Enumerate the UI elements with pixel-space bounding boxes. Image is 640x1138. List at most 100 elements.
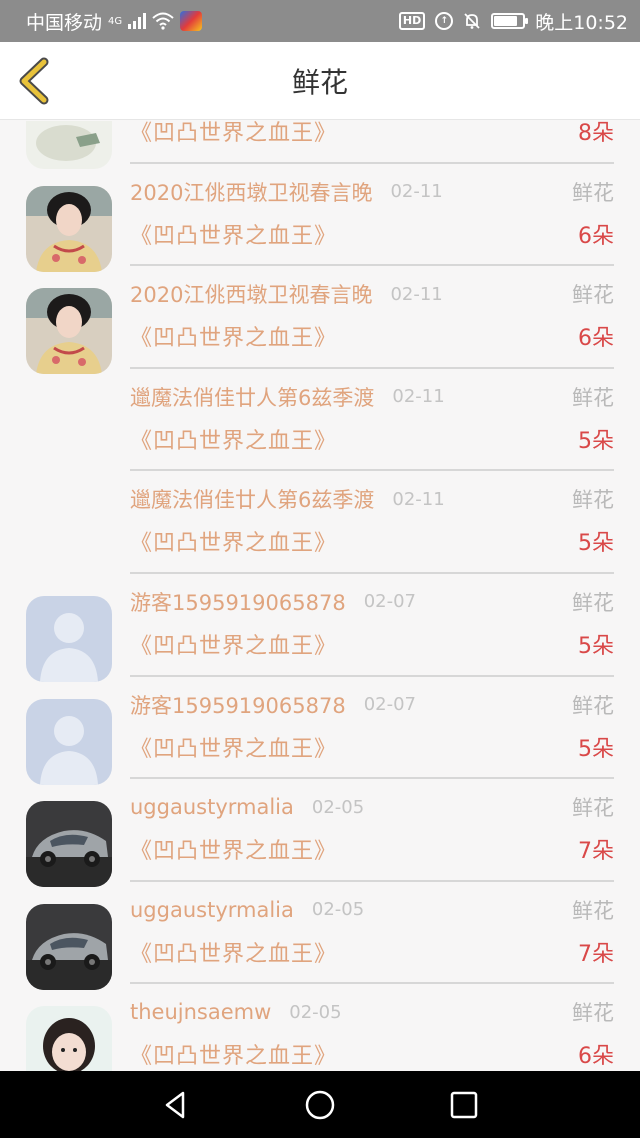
user-name[interactable]: 游客1595919065878 — [130, 690, 346, 720]
square-recent-icon[interactable] — [447, 1088, 481, 1122]
woman-photo-avatar[interactable] — [26, 288, 112, 375]
list-item-header: 邋魔法俏佳廿人第6兹季渡 02-11 鲜花 — [130, 379, 614, 415]
gift-date: 02-11 — [390, 283, 443, 305]
flower-count: 8朵 — [578, 121, 614, 146]
network-type: 4G — [108, 15, 123, 27]
car-photo-avatar[interactable] — [26, 801, 112, 888]
work-title[interactable]: 《凹凸世界之血王》 — [130, 628, 337, 660]
list-item[interactable]: 2020江佻西墩卫视春言晚 02-11 鲜花《凹凸世界之血王》 6朵 — [0, 266, 640, 375]
list-item[interactable]: 《凹凸世界之血王》 8朵 — [0, 121, 640, 169]
work-title[interactable]: 《凹凸世界之血王》 — [130, 218, 337, 250]
car-photo-avatar[interactable] — [26, 903, 112, 990]
gift-date: 02-07 — [363, 694, 417, 716]
gift-type: 鲜花 — [572, 180, 614, 205]
signal-icon — [128, 13, 147, 29]
flower-count: 5朵 — [578, 633, 614, 659]
circle-home-icon[interactable] — [303, 1088, 337, 1122]
list-item-header: uggaustyrmalia 02-05 鲜花 — [130, 789, 614, 825]
user-name[interactable]: 游客1595919065878 — [130, 587, 346, 617]
flower-count: 5朵 — [578, 736, 614, 762]
gift-type: 鲜花 — [572, 898, 614, 923]
gift-type: 鲜花 — [572, 385, 614, 410]
list-item-detail: 《凹凸世界之血王》 7朵 — [130, 831, 614, 867]
user-name[interactable]: theujnsaemw — [130, 1000, 271, 1024]
gift-type: 鲜花 — [572, 693, 614, 718]
list-item-header: 2020江佻西墩卫视春言晚 02-11 鲜花 — [130, 276, 614, 312]
list-item-body: 2020江佻西墩卫视春言晚 02-11 鲜花《凹凸世界之血王》 6朵 — [130, 164, 614, 267]
list-item-detail: 《凹凸世界之血王》 8朵 — [130, 121, 614, 149]
list-item-detail: 《凹凸世界之血王》 6朵 — [130, 1036, 614, 1071]
list-item-detail: 《凹凸世界之血王》 6朵 — [130, 216, 614, 252]
list-item-body: theujnsaemw 02-05 鲜花《凹凸世界之血王》 6朵 — [130, 984, 614, 1071]
list-item-detail: 《凹凸世界之血王》 5朵 — [130, 626, 614, 662]
chevron-left-icon — [19, 57, 49, 105]
list-item-body: 2020江佻西墩卫视春言晚 02-11 鲜花《凹凸世界之血王》 6朵 — [130, 266, 614, 369]
list-item-header: 2020江佻西墩卫视春言晚 02-11 鲜花 — [130, 174, 614, 210]
list-item-body: 邋魔法俏佳廿人第6兹季渡 02-11 鲜花《凹凸世界之血王》 5朵 — [130, 369, 614, 472]
gift-date: 02-05 — [311, 796, 365, 818]
list-item[interactable]: 2020江佻西墩卫视春言晚 02-11 鲜花《凹凸世界之血王》 6朵 — [0, 164, 640, 272]
child-photo-avatar[interactable] — [26, 1006, 112, 1071]
app-header: 鲜花 — [0, 42, 640, 120]
status-bar: 中国移动 4G HD ↑ 晚上10:52 — [0, 0, 640, 42]
list-item[interactable]: 邋魔法俏佳廿人第6兹季渡 02-11 鲜花 《凹凸世界之血王》 5朵 — [0, 471, 640, 574]
default-user-avatar[interactable] — [26, 595, 112, 682]
list-item-header: uggaustyrmalia 02-05 鲜花 — [130, 892, 614, 928]
work-title[interactable]: 《凹凸世界之血王》 — [130, 423, 337, 455]
list-item-header: theujnsaemw 02-05 鲜花 — [130, 994, 614, 1030]
default-user-avatar[interactable] — [26, 698, 112, 785]
user-name[interactable]: 2020江佻西墩卫视春言晚 — [130, 177, 372, 207]
data-saver-icon: ↑ — [435, 12, 454, 30]
work-title[interactable]: 《凹凸世界之血王》 — [130, 833, 337, 865]
work-title[interactable]: 《凹凸世界之血王》 — [130, 731, 337, 763]
user-name[interactable]: 邋魔法俏佳廿人第6兹季渡 — [130, 484, 374, 514]
partial-photo-avatar[interactable] — [26, 121, 112, 169]
list-item-body: uggaustyrmalia 02-05 鲜花《凹凸世界之血王》 7朵 — [130, 882, 614, 985]
work-title[interactable]: 《凹凸世界之血王》 — [130, 936, 337, 968]
list-inner: 《凹凸世界之血王》 8朵 2020江佻西墩卫视春言晚 02-11 鲜花 《凹凸世界之血王》… — [0, 121, 640, 1071]
flower-count: 5朵 — [578, 428, 614, 454]
list-item-detail: 《凹凸世界之血王》 7朵 — [130, 934, 614, 970]
gift-date: 02-05 — [311, 899, 365, 921]
woman-photo-avatar[interactable] — [26, 185, 112, 272]
gift-date: 02-11 — [390, 181, 443, 203]
list-item-detail: 《凹凸世界之血王》 6朵 — [130, 318, 614, 354]
user-name[interactable]: uggaustyrmalia — [130, 898, 294, 922]
list-item-detail: 《凹凸世界之血王》 5朵 — [130, 421, 614, 457]
gift-date: 02-07 — [363, 591, 417, 613]
user-name[interactable]: uggaustyrmalia — [130, 795, 294, 819]
list-item-body: 游客1595919065878 02-07 鲜花《凹凸世界之血王》 5朵 — [130, 677, 614, 780]
gift-type: 鲜花 — [572, 796, 614, 821]
list-item[interactable]: uggaustyrmalia 02-05 鲜花《凹凸世界之血王》 7朵 — [0, 779, 640, 888]
list-item-detail: 《凹凸世界之血王》 5朵 — [130, 729, 614, 765]
list-item[interactable]: theujnsaemw 02-05 鲜花《凹凸世界之血王》 6朵 — [0, 984, 640, 1071]
triangle-back-icon[interactable] — [159, 1088, 193, 1122]
list-item[interactable]: 邋魔法俏佳廿人第6兹季渡 02-11 鲜花《凹凸世界之血王》 5朵 — [0, 369, 640, 472]
flower-record-list[interactable]: 《凹凸世界之血王》 8朵 2020江佻西墩卫视春言晚 02-11 鲜花 《凹凸世界之血王》… — [0, 121, 640, 1071]
flower-count: 7朵 — [578, 941, 614, 967]
flower-count: 7朵 — [578, 839, 614, 865]
list-item[interactable]: 游客1595919065878 02-07 鲜花《凹凸世界之血王》 5朵 — [0, 677, 640, 785]
page-title: 鲜花 — [291, 65, 348, 99]
user-name[interactable]: 2020江佻西墩卫视春言晚 — [130, 279, 372, 309]
list-item-body: 《凹凸世界之血王》 8朵 — [130, 121, 614, 164]
list-item-header: 游客1595919065878 02-07 鲜花 — [130, 687, 614, 723]
gift-type: 鲜花 — [572, 283, 614, 308]
flower-count: 6朵 — [578, 326, 614, 352]
list-item[interactable]: uggaustyrmalia 02-05 鲜花《凹凸世界之血王》 7朵 — [0, 882, 640, 990]
clock: 晚上10:52 — [535, 11, 628, 34]
work-title[interactable]: 《凹凸世界之血王》 — [130, 1038, 337, 1070]
work-title[interactable]: 《凹凸世界之血王》 — [130, 320, 337, 352]
status-left: 中国移动 4G — [26, 8, 203, 35]
back-button[interactable] — [14, 56, 54, 106]
hd-badge: HD — [398, 12, 426, 30]
gift-date: 02-05 — [289, 1001, 342, 1023]
list-item[interactable]: 游客1595919065878 02-07 鲜花 《凹凸世界之血王》 5朵 — [0, 574, 640, 682]
work-title[interactable]: 《凹凸世界之血王》 — [130, 525, 337, 557]
wifi-icon — [152, 12, 174, 30]
gift-type: 鲜花 — [572, 1001, 614, 1026]
user-name[interactable]: 邋魔法俏佳廿人第6兹季渡 — [130, 382, 374, 412]
app-notification-icon — [180, 11, 203, 31]
work-title[interactable]: 《凹凸世界之血王》 — [130, 121, 337, 147]
system-navigation-bar — [0, 1071, 640, 1138]
